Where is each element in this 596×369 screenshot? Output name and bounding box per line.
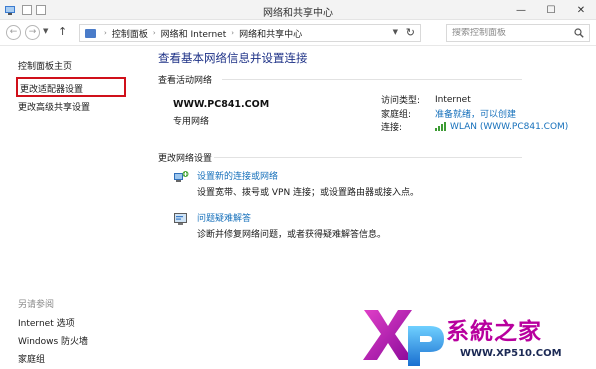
site-watermark: 系統之家 WWW.XP510.COM (358, 296, 596, 369)
recent-locations-chevron-down-icon[interactable]: ▼ (43, 27, 48, 35)
breadcrumb-control-panel[interactable]: 控制面板 (112, 27, 148, 40)
search-input[interactable] (452, 28, 562, 38)
see-also-heading: 另请参阅 (18, 300, 55, 310)
prop-label: 家庭组: (381, 109, 412, 120)
active-networks-heading: 查看活动网络 (158, 76, 213, 86)
change-advanced-sharing-link[interactable]: 更改高级共享设置 (18, 100, 90, 113)
network-type: 专用网络 (173, 117, 210, 127)
address-history-chevron-down-icon[interactable]: ▼ (393, 28, 398, 36)
troubleshoot-icon (174, 213, 187, 225)
maximize-button[interactable]: ☐ (536, 0, 566, 20)
minimize-button[interactable]: — (506, 0, 536, 20)
address-row: ← → ▼ ↑ › 控制面板 › 网络和 Internet › 网络和共享中心 … (0, 20, 596, 46)
prop-label: 访问类型: (381, 96, 421, 107)
wlan-connection-link[interactable]: WLAN (WWW.PC841.COM) (450, 122, 568, 132)
internet-options-link[interactable]: Internet 选项 (18, 316, 75, 329)
access-type-value: Internet (435, 94, 471, 105)
section-divider (214, 157, 522, 158)
address-bar[interactable]: › 控制面板 › 网络和 Internet › 网络和共享中心 ▼ ↻ (79, 24, 421, 42)
setup-new-connection-description: 设置宽带、拨号或 VPN 连接；或设置路由器或接入点。 (197, 188, 420, 198)
change-adapter-settings-link[interactable]: 更改适配器设置 (16, 77, 126, 97)
active-networks-section: 查看活动网络 (158, 73, 212, 86)
breadcrumb-network-internet[interactable]: 网络和 Internet (161, 27, 227, 40)
breadcrumb-separator-icon[interactable]: › (231, 29, 234, 37)
setup-new-connection-link[interactable]: 设置新的连接或网络 (197, 169, 278, 182)
windows-firewall-link[interactable]: Windows 防火墙 (18, 334, 88, 347)
breadcrumb-network-sharing-center[interactable]: 网络和共享中心 (239, 27, 302, 40)
homegroup-status-link[interactable]: 准备就绪，可以创建 (435, 107, 516, 120)
title-bar: 网络和共享中心 — ☐ ✕ (0, 0, 596, 20)
control-panel-home-link[interactable]: 控制面板主页 (18, 59, 72, 72)
access-type-row: 访问类型: Internet (381, 93, 568, 107)
section-divider (222, 79, 522, 80)
homegroup-link[interactable]: 家庭组 (18, 352, 45, 365)
troubleshoot-problems-link[interactable]: 问题疑难解答 (197, 211, 251, 224)
change-settings-heading: 更改网络设置 (158, 154, 213, 164)
arrow-right-icon: → (28, 27, 37, 37)
arrow-up-icon: ↑ (58, 25, 68, 38)
network-properties: 访问类型: Internet 家庭组: 准备就绪，可以创建 连接: WLAN (… (381, 93, 568, 134)
homegroup-row: 家庭组: 准备就绪，可以创建 (381, 107, 568, 121)
change-settings-section: 更改网络设置 (158, 151, 212, 164)
refresh-icon[interactable]: ↻ (406, 26, 415, 39)
close-button[interactable]: ✕ (566, 0, 596, 20)
xp-logo-icon (363, 310, 444, 366)
forward-button[interactable]: → (25, 25, 40, 40)
window-controls: — ☐ ✕ (506, 0, 596, 20)
wifi-signal-icon (435, 122, 446, 132)
control-panel-icon (85, 28, 96, 38)
left-pane: 控制面板主页 更改适配器设置 更改高级共享设置 另请参阅 Internet 选项… (0, 47, 146, 369)
up-button[interactable]: ↑ (58, 25, 67, 38)
watermark-text: 系統之家 (446, 319, 542, 345)
back-button[interactable]: ← (6, 25, 21, 40)
troubleshoot-problems-description: 诊断并修复网络问题，或者获得疑难解答信息。 (197, 230, 387, 240)
new-connection-icon (174, 171, 189, 182)
breadcrumb-separator-icon: › (104, 29, 107, 37)
search-icon[interactable] (574, 28, 584, 38)
page-title: 查看基本网络信息并设置连接 (158, 51, 308, 65)
prop-label: 连接: (381, 123, 403, 134)
search-box[interactable] (446, 24, 590, 42)
breadcrumb-separator-icon[interactable]: › (153, 29, 156, 37)
network-name: WWW.PC841.COM (173, 99, 270, 110)
connection-row: 连接: WLAN (WWW.PC841.COM) (381, 120, 568, 134)
watermark-url: WWW.XP510.COM (460, 348, 562, 359)
arrow-left-icon: ← (9, 27, 18, 37)
